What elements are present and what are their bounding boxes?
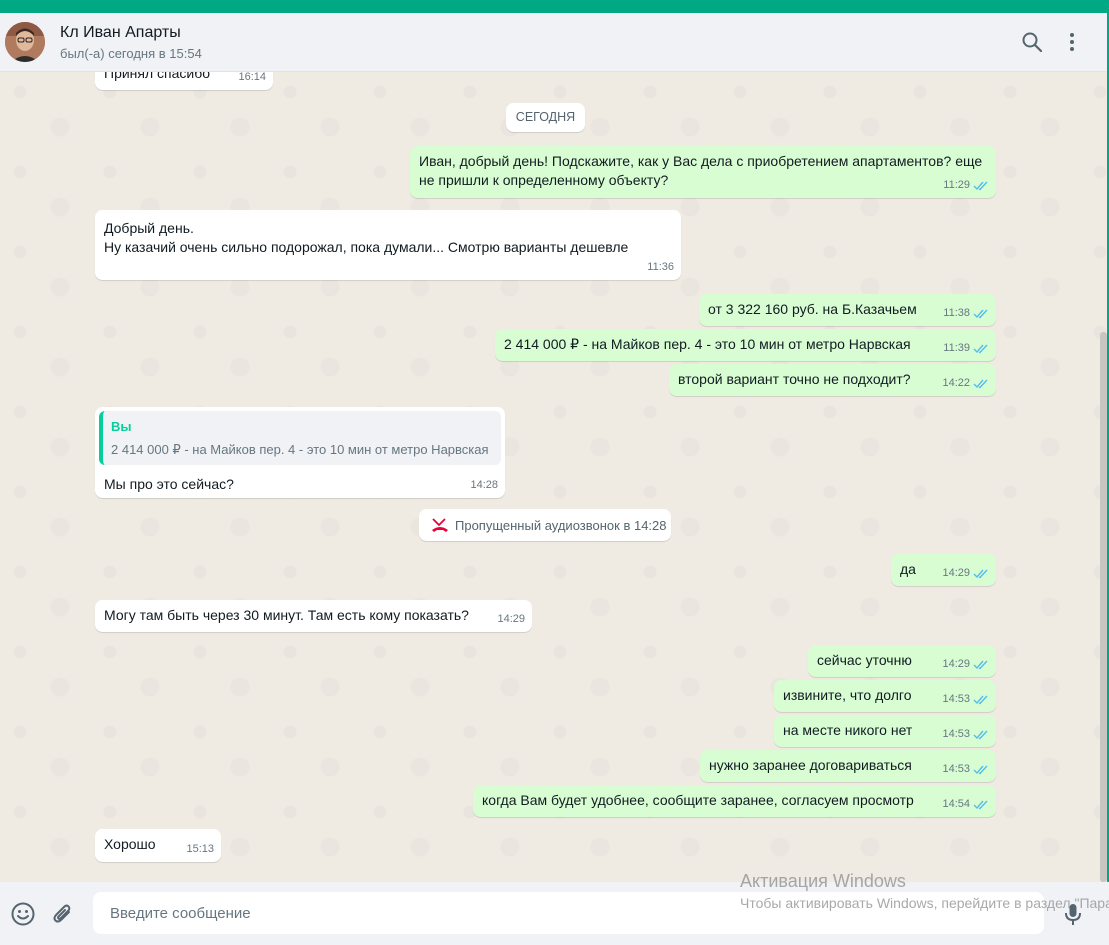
message-text: Мы про это сейчас? xyxy=(104,476,234,492)
message-text: Иван, добрый день! Подскажите, как у Вас… xyxy=(419,153,983,188)
message-text: когда Вам будет удобнее, сообщите заране… xyxy=(482,792,914,808)
message-time: 14:54 xyxy=(942,798,970,810)
message-time: 11:36 xyxy=(647,261,674,273)
double-check-icon xyxy=(973,730,988,740)
chat-header[interactable]: Кл Иван Апарты был(-а) сегодня в 15:54 xyxy=(0,13,1109,72)
message-outgoing[interactable]: когда Вам будет удобнее, сообщите заране… xyxy=(473,785,996,817)
message-time: 11:38 xyxy=(943,307,970,319)
message-outgoing[interactable]: на месте никого нет 14:53 xyxy=(774,715,996,747)
message-text: второй вариант точно не подходит? xyxy=(678,371,911,387)
missed-call-text: Пропущенный аудиозвонок в 14:28 xyxy=(455,517,667,533)
double-check-icon xyxy=(973,800,988,810)
message-outgoing[interactable]: 2 414 000 ₽ - на Майков пер. 4 - это 10 … xyxy=(495,329,996,361)
message-outgoing[interactable]: от 3 322 160 руб. на Б.Казачьем 11:38 xyxy=(699,294,996,326)
message-time: 14:29 xyxy=(942,567,970,579)
quoted-message[interactable]: Вы 2 414 000 ₽ - на Майков пер. 4 - это … xyxy=(99,411,501,465)
message-outgoing[interactable]: Иван, добрый день! Подскажите, как у Вас… xyxy=(410,146,996,198)
message-incoming[interactable]: Хорошо 15:13 xyxy=(95,829,221,862)
double-check-icon xyxy=(973,660,988,670)
message-outgoing[interactable]: извините, что долго 14:53 xyxy=(774,680,996,712)
message-time: 14:53 xyxy=(942,763,970,775)
top-accent-bar xyxy=(0,0,1109,13)
menu-icon[interactable] xyxy=(1060,30,1084,54)
message-incoming-reply[interactable]: Вы 2 414 000 ₽ - на Майков пер. 4 - это … xyxy=(95,407,505,498)
double-check-icon xyxy=(973,344,988,354)
message-time: 15:13 xyxy=(186,843,214,855)
message-text: Добрый день. Ну казачий очень сильно под… xyxy=(104,220,629,255)
scrollbar[interactable] xyxy=(1100,332,1107,882)
message-time: 14:22 xyxy=(942,377,970,389)
message-outgoing[interactable]: второй вариант точно не подходит? 14:22 xyxy=(669,364,996,396)
double-check-icon xyxy=(973,181,988,191)
message-time: 14:28 xyxy=(470,479,498,491)
double-check-icon xyxy=(973,695,988,705)
message-time: 14:29 xyxy=(497,613,525,625)
double-check-icon xyxy=(973,379,988,389)
message-text: 2 414 000 ₽ - на Майков пер. 4 - это 10 … xyxy=(504,336,911,352)
mic-icon[interactable] xyxy=(1060,901,1086,927)
message-time: 16:14 xyxy=(238,72,266,83)
compose-bar xyxy=(0,882,1109,945)
emoji-icon[interactable] xyxy=(10,901,36,927)
contact-name[interactable]: Кл Иван Апарты xyxy=(60,24,181,42)
message-outgoing[interactable]: сейчас уточню 14:29 xyxy=(808,645,996,677)
double-check-icon xyxy=(973,569,988,579)
message-incoming[interactable]: Принял спасибо 16:14 xyxy=(95,72,273,90)
message-list[interactable]: Принял спасибо 16:14 СЕГОДНЯ Иван, добры… xyxy=(0,72,1109,882)
message-time: 14:29 xyxy=(942,658,970,670)
message-time: 14:53 xyxy=(942,728,970,740)
message-incoming[interactable]: Могу там быть через 30 минут. Там есть к… xyxy=(95,600,532,632)
attach-icon[interactable] xyxy=(50,901,76,927)
message-time: 11:29 xyxy=(943,179,970,191)
message-text: Могу там быть через 30 минут. Там есть к… xyxy=(104,607,469,623)
message-time: 11:39 xyxy=(943,342,970,354)
message-outgoing[interactable]: да 14:29 xyxy=(891,554,996,586)
double-check-icon xyxy=(973,309,988,319)
message-outgoing[interactable]: нужно заранее договариваться 14:53 xyxy=(700,750,996,782)
quote-author: Вы xyxy=(111,419,132,434)
quote-text: 2 414 000 ₽ - на Майков пер. 4 - это 10 … xyxy=(111,442,489,457)
avatar[interactable] xyxy=(5,22,45,62)
contact-status: был(-а) сегодня в 15:54 xyxy=(60,46,202,61)
double-check-icon xyxy=(973,765,988,775)
missed-call-icon xyxy=(432,518,448,532)
missed-call-notice[interactable]: Пропущенный аудиозвонок в 14:28 xyxy=(419,509,671,541)
message-input[interactable] xyxy=(93,892,1044,934)
message-time: 14:53 xyxy=(942,693,970,705)
day-divider: СЕГОДНЯ xyxy=(506,103,585,132)
search-icon[interactable] xyxy=(1020,30,1044,54)
message-incoming[interactable]: Добрый день. Ну казачий очень сильно под… xyxy=(95,210,681,280)
